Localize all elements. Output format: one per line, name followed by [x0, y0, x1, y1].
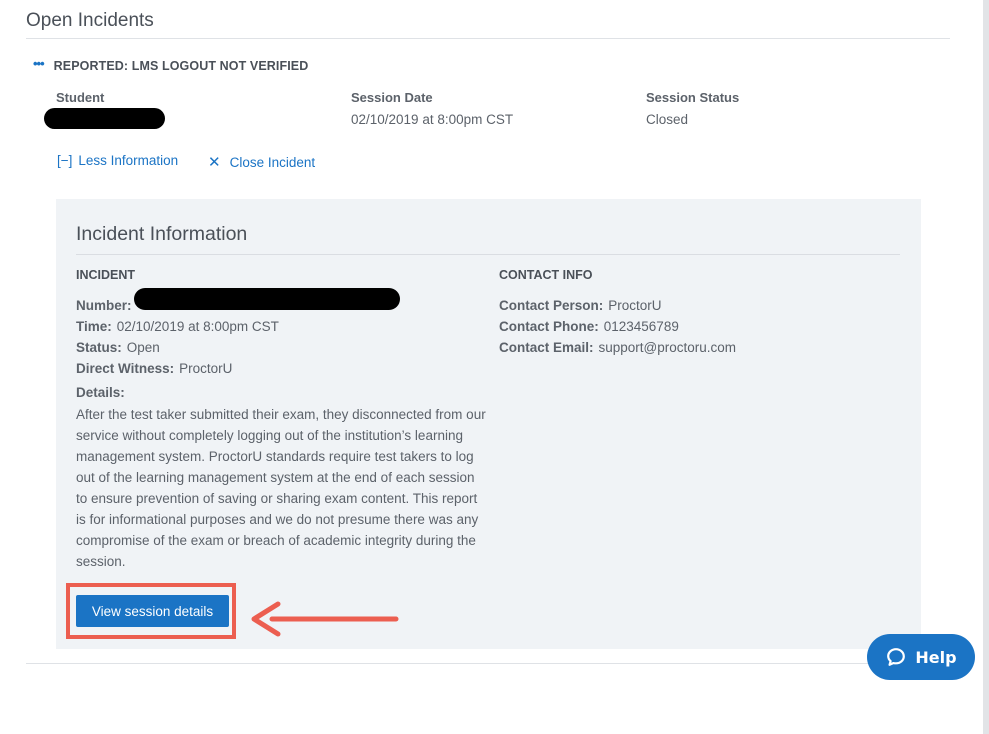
help-button[interactable]: Help [867, 634, 975, 680]
help-label: Help [915, 647, 957, 667]
contact-person-value: ProctorU [608, 298, 662, 313]
session-date-label: Session Date [351, 90, 433, 105]
student-label: Student [56, 90, 105, 105]
incident-witness-row: Direct Witness: ProctorU [76, 358, 279, 379]
incident-status-value: Open [126, 340, 160, 355]
details-label: Details: [76, 385, 125, 400]
incident-time-value: 02/10/2019 at 8:00pm CST [116, 319, 279, 334]
contact-person-label: Contact Person: [499, 298, 604, 313]
title-divider [26, 38, 950, 39]
chat-bubble-icon [887, 648, 906, 666]
session-status-value: Closed [646, 112, 689, 127]
incident-witness-value: ProctorU [179, 361, 233, 376]
close-incident-link[interactable]: ✕ Close Incident [208, 153, 315, 171]
incident-type-label: REPORTED: LMS LOGOUT NOT VERIFIED [53, 59, 309, 73]
contact-phone-row: Contact Phone: 0123456789 [499, 316, 736, 337]
incident-number-label: Number: [76, 298, 132, 313]
incident-header[interactable]: ••• REPORTED: LMS LOGOUT NOT VERIFIED [33, 57, 309, 74]
contact-email-row: Contact Email: support@proctoru.com [499, 337, 736, 358]
contact-section-heading: CONTACT INFO [499, 268, 593, 282]
less-information-label: Less Information [78, 153, 179, 168]
contact-fields: Contact Person: ProctorU Contact Phone: 01… [499, 295, 736, 358]
less-information-link[interactable]: [−] Less Information [57, 153, 178, 168]
redacted-incident-number [134, 288, 400, 310]
contact-email-label: Contact Email: [499, 340, 594, 355]
more-options-icon[interactable]: ••• [33, 57, 45, 70]
incident-time-row: Time: 02/10/2019 at 8:00pm CST [76, 316, 279, 337]
page-title: Open Incidents [26, 10, 154, 31]
contact-phone-label: Contact Phone: [499, 319, 599, 334]
close-incident-label: Close Incident [229, 154, 316, 170]
incident-section-heading: INCIDENT [76, 268, 136, 282]
summary-session-status: Session Status Closed [646, 90, 739, 127]
contact-phone-value: 0123456789 [603, 319, 679, 334]
view-session-details-button[interactable]: View session details [76, 595, 229, 627]
summary-session-date: Session Date 02/10/2019 at 8:00pm CST [351, 90, 513, 127]
session-date-value: 02/10/2019 at 8:00pm CST [351, 112, 514, 127]
summary-student: Student [56, 90, 104, 105]
panel-title: Incident Information [76, 223, 248, 245]
contact-email-value: support@proctoru.com [598, 340, 737, 355]
close-icon: ✕ [208, 154, 221, 171]
window-edge [983, 0, 989, 734]
incident-time-label: Time: [76, 319, 112, 334]
incident-status-row: Status: Open [76, 337, 279, 358]
bottom-divider [26, 663, 950, 664]
session-status-label: Session Status [646, 90, 740, 105]
annotation-arrow-icon [251, 601, 399, 637]
collapse-icon: [−] [57, 153, 73, 168]
details-text: After the test taker submitted their exa… [76, 407, 486, 569]
incident-witness-label: Direct Witness: [76, 361, 175, 376]
incident-information-panel: Incident Information INCIDENT Number: Ti… [56, 199, 921, 649]
redacted-student-name [44, 108, 165, 129]
contact-person-row: Contact Person: ProctorU [499, 295, 736, 316]
incident-status-label: Status: [76, 340, 122, 355]
panel-divider [76, 254, 900, 255]
